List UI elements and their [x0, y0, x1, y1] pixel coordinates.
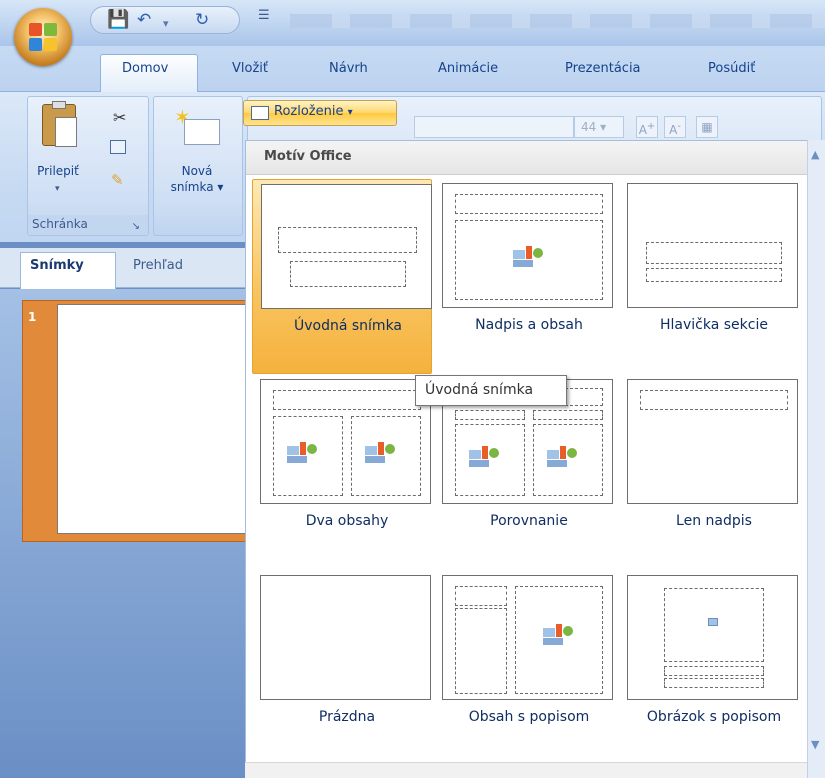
office-button[interactable]	[14, 8, 72, 66]
tab-slides-label[interactable]: Snímky	[30, 258, 84, 273]
layout-item-blank[interactable]: Prázdna	[252, 571, 432, 766]
tab-slideshow[interactable]: Prezentácia	[565, 61, 641, 76]
slide-thumbnail[interactable]	[57, 304, 246, 534]
picture-placeholder-icon	[708, 618, 718, 626]
font-name-field[interactable]	[414, 116, 574, 138]
layout-item-title-content[interactable]: Nadpis a obsah	[434, 179, 614, 374]
layout-thumb	[260, 575, 431, 700]
layout-button-label: Rozloženie	[274, 104, 344, 119]
layout-label: Úvodná snímka	[293, 318, 403, 334]
layout-thumb	[442, 183, 613, 308]
tab-outline[interactable]: Prehľad	[133, 258, 183, 273]
tab-animations[interactable]: Animácie	[438, 61, 498, 76]
layout-label: Porovnanie	[490, 513, 568, 529]
grow-font-button[interactable]: A+	[636, 116, 658, 138]
slide-number: 1	[28, 310, 37, 324]
window-title-blurred	[290, 14, 825, 28]
shrink-font-button[interactable]: A-	[664, 116, 686, 138]
layout-item-title-only[interactable]: Len nadpis	[619, 375, 799, 570]
scroll-up-icon[interactable]: ▲	[811, 148, 819, 161]
new-slide-icon[interactable]: ✶	[174, 105, 220, 145]
layout-label: Hlavička sekcie	[660, 317, 768, 333]
layout-thumb	[442, 575, 613, 700]
content-placeholder-icon	[469, 446, 501, 468]
layout-label: Obrázok s popisom	[646, 709, 782, 725]
gallery-header: Motív Office	[246, 141, 807, 175]
redo-icon[interactable]: ↻	[195, 10, 209, 30]
tab-home[interactable]: Domov	[122, 61, 168, 76]
copy-icon[interactable]	[110, 140, 126, 154]
layout-label: Nadpis a obsah	[475, 317, 583, 333]
new-slide-label-2[interactable]: snímka ▾	[158, 180, 236, 195]
undo-icon[interactable]: ↶	[137, 10, 151, 30]
font-size-field[interactable]: 44 ▾	[574, 116, 624, 138]
paste-label[interactable]: Prilepiť	[34, 164, 82, 179]
side-pane-tabs: Snímky Prehľad	[0, 248, 245, 289]
customize-toolbar-icon[interactable]: ☰	[258, 8, 270, 23]
layout-item-section-header[interactable]: Hlavička sekcie	[619, 179, 799, 374]
dialog-launcher-icon[interactable]: ↘	[132, 221, 140, 232]
layout-item-two-content[interactable]: Dva obsahy	[252, 375, 432, 570]
clipboard-group-title: Schránka	[28, 215, 148, 235]
layout-label: Dva obsahy	[305, 513, 389, 529]
cut-icon[interactable]: ✂	[113, 108, 126, 127]
font-size-value: 44	[581, 120, 597, 134]
ribbon-tabs: Domov Vložiť Návrh Animácie Prezentácia …	[0, 46, 825, 93]
title-bar: 💾 ↶ ▾ ↻ ☰	[0, 0, 825, 46]
layout-thumb	[627, 379, 798, 504]
layout-thumb	[627, 183, 798, 308]
gallery-scrollbar[interactable]: ▲ ▼	[807, 140, 825, 778]
layout-item-title-slide[interactable]: Úvodná snímka	[252, 179, 432, 374]
tab-review[interactable]: Posúdiť	[708, 61, 755, 76]
quick-access-toolbar: 💾 ↶ ▾ ↻	[90, 6, 240, 34]
content-placeholder-icon	[513, 246, 545, 268]
content-placeholder-icon	[547, 446, 579, 468]
format-painter-icon[interactable]: ✎	[111, 171, 124, 189]
undo-dropdown-icon[interactable]: ▾	[163, 14, 169, 34]
tab-design[interactable]: Návrh	[329, 61, 368, 76]
layout-icon	[251, 106, 269, 120]
content-placeholder-icon	[365, 442, 397, 464]
layout-gallery: Motív Office Úvodná snímka Nadpis a obsa…	[245, 140, 807, 778]
content-placeholder-icon	[287, 442, 319, 464]
layout-label: Obsah s popisom	[468, 709, 590, 725]
layout-item-picture-caption[interactable]: Obrázok s popisom	[619, 571, 799, 766]
layout-dropdown-icon: ▾	[347, 107, 353, 118]
office-logo-icon	[29, 23, 57, 51]
paste-icon[interactable]	[42, 101, 77, 147]
clear-format-button[interactable]: ▦	[696, 116, 718, 138]
layout-label: Prázdna	[318, 709, 376, 725]
gallery-footer	[245, 762, 807, 778]
save-icon[interactable]: 💾	[107, 10, 129, 30]
layout-thumb	[627, 575, 798, 700]
paste-dropdown-icon[interactable]: ▾	[55, 184, 60, 194]
tooltip: Úvodná snímka	[415, 375, 567, 406]
layout-button[interactable]: Rozloženie ▾	[243, 100, 397, 126]
layout-label: Len nadpis	[676, 513, 752, 529]
layout-item-content-caption[interactable]: Obsah s popisom	[434, 571, 614, 766]
new-slide-label[interactable]: Nová	[158, 164, 236, 179]
layout-thumb	[260, 379, 431, 504]
scroll-down-icon[interactable]: ▼	[811, 738, 819, 751]
content-placeholder-icon	[543, 624, 575, 646]
tab-insert[interactable]: Vložiť	[232, 61, 268, 76]
layout-thumb	[261, 184, 432, 309]
